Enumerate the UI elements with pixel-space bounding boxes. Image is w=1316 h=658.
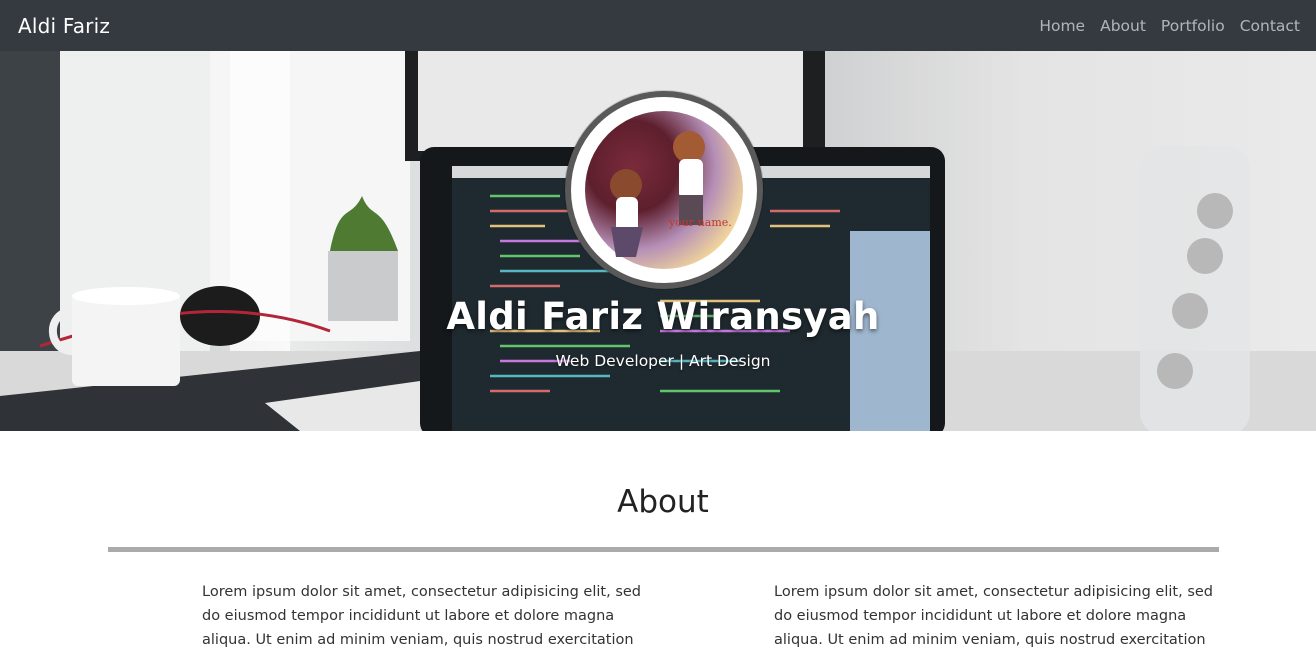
- navbar: Aldi Fariz Home About Portfolio Contact: [0, 0, 1316, 51]
- section-title-about: About: [617, 484, 709, 520]
- nav-link-portfolio[interactable]: Portfolio: [1161, 17, 1225, 35]
- nav-link-about[interactable]: About: [1100, 17, 1146, 35]
- nav-link-home[interactable]: Home: [1039, 17, 1085, 35]
- profile-avatar: your name.: [565, 91, 763, 289]
- hero-subtitle: Web Developer | Art Design: [555, 352, 771, 370]
- section-divider: [108, 547, 1219, 552]
- about-paragraph-right: Lorem ipsum dolor sit amet, consectetur …: [774, 584, 1213, 648]
- nav-link-contact[interactable]: Contact: [1240, 17, 1300, 35]
- hero-name: Aldi Fariz Wiransyah: [446, 295, 880, 338]
- about-paragraph-left: Lorem ipsum dolor sit amet, consectetur …: [202, 584, 641, 648]
- hero-banner: your name. Aldi Fariz Wiransyah Web Deve…: [0, 51, 1316, 431]
- avatar-characters-illustration: [610, 131, 705, 257]
- avatar-caption: your name.: [669, 216, 732, 229]
- nav-links: Home About Portfolio Contact: [1024, 17, 1300, 35]
- navbar-brand[interactable]: Aldi Fariz: [18, 14, 110, 38]
